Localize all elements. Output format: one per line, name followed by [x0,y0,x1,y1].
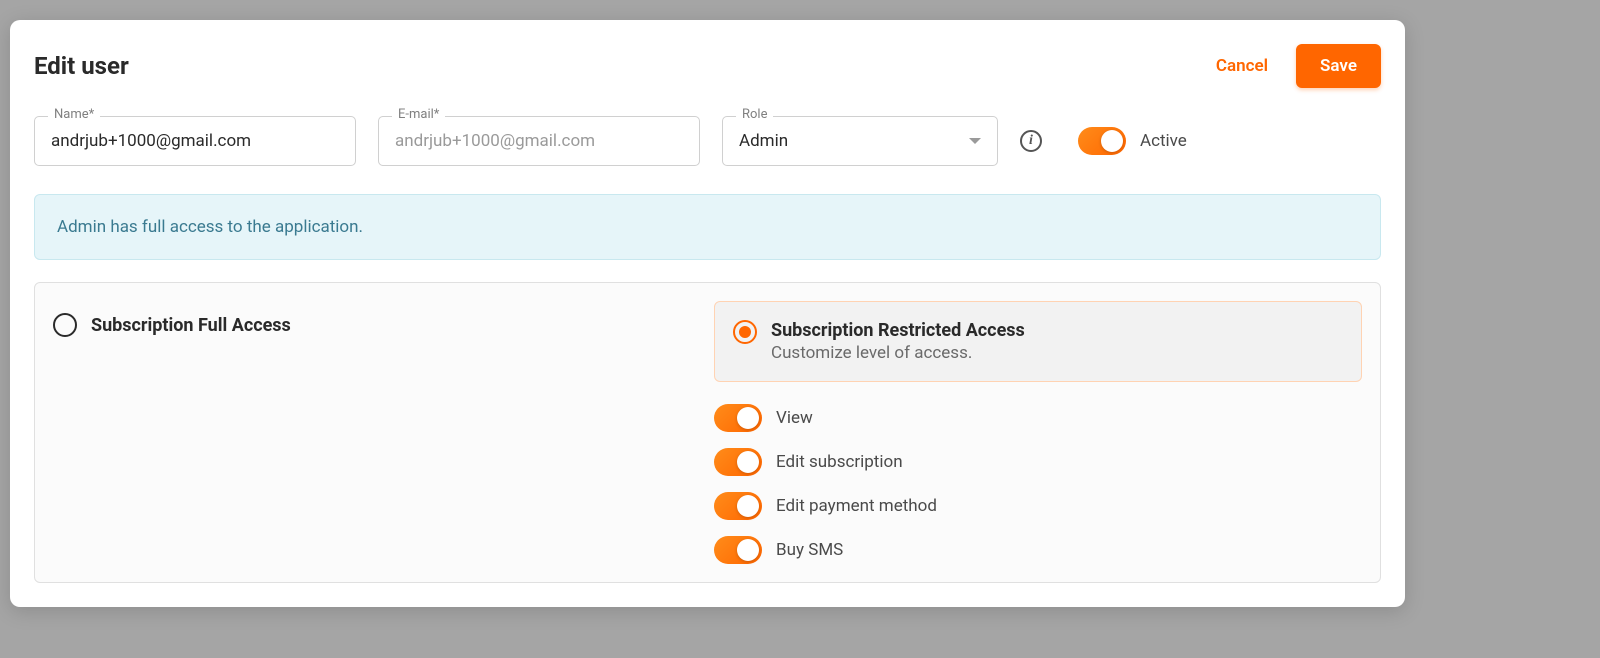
save-button[interactable]: Save [1296,44,1381,88]
perm-view-label: View [776,408,813,428]
active-label: Active [1140,131,1187,151]
perm-buy-sms-label: Buy SMS [776,540,843,560]
info-icon[interactable]: i [1020,130,1042,152]
name-input[interactable] [34,116,356,166]
form-row: Name* E-mail* Role Admin i Active [34,116,1381,166]
perm-edit-payment-label: Edit payment method [776,496,937,516]
chevron-down-icon [969,138,981,144]
access-right: Subscription Restricted Access Customize… [714,301,1362,564]
email-label: E-mail* [392,107,445,122]
radio-full-title: Subscription Full Access [91,315,291,336]
access-panel: Subscription Full Access Subscription Re… [34,282,1381,583]
name-field-wrapper: Name* [34,116,356,166]
role-select[interactable]: Admin [722,116,998,166]
radio-icon [53,313,77,337]
toggle-knob [737,451,759,473]
role-label: Role [736,107,773,122]
radio-restricted-sub: Customize level of access. [771,343,1025,363]
toggle-knob [737,495,759,517]
buy-sms-toggle[interactable] [714,536,762,564]
cancel-button[interactable]: Cancel [1216,56,1268,76]
perm-view: View [714,404,1362,432]
radio-restricted-text: Subscription Restricted Access Customize… [771,320,1025,363]
perm-edit-subscription: Edit subscription [714,448,1362,476]
radio-icon-selected [733,320,757,344]
modal-title: Edit user [34,52,129,80]
edit-subscription-toggle[interactable] [714,448,762,476]
info-banner: Admin has full access to the application… [34,194,1381,260]
radio-restricted-title: Subscription Restricted Access [771,320,1025,341]
modal-actions: Cancel Save [1216,44,1381,88]
perm-buy-sms: Buy SMS [714,536,1362,564]
email-field-wrapper: E-mail* [378,116,700,166]
modal-header: Edit user Cancel Save [34,44,1381,88]
toggle-knob [1101,130,1123,152]
toggle-knob [737,407,759,429]
radio-full-access[interactable]: Subscription Full Access [53,313,694,337]
role-value: Admin [739,131,788,151]
active-toggle[interactable] [1078,127,1126,155]
active-toggle-block: Active [1078,127,1187,155]
perm-edit-payment: Edit payment method [714,492,1362,520]
access-left: Subscription Full Access [53,301,694,564]
name-label: Name* [48,107,100,122]
perm-edit-subscription-label: Edit subscription [776,452,903,472]
role-field-wrapper: Role Admin [722,116,998,166]
email-input[interactable] [378,116,700,166]
toggle-knob [737,539,759,561]
view-toggle[interactable] [714,404,762,432]
permissions-list: View Edit subscription Edit payment meth… [714,404,1362,564]
radio-restricted-access[interactable]: Subscription Restricted Access Customize… [714,301,1362,382]
edit-user-modal: Edit user Cancel Save Name* E-mail* Role… [10,20,1405,607]
info-banner-text: Admin has full access to the application… [57,217,363,237]
edit-payment-toggle[interactable] [714,492,762,520]
